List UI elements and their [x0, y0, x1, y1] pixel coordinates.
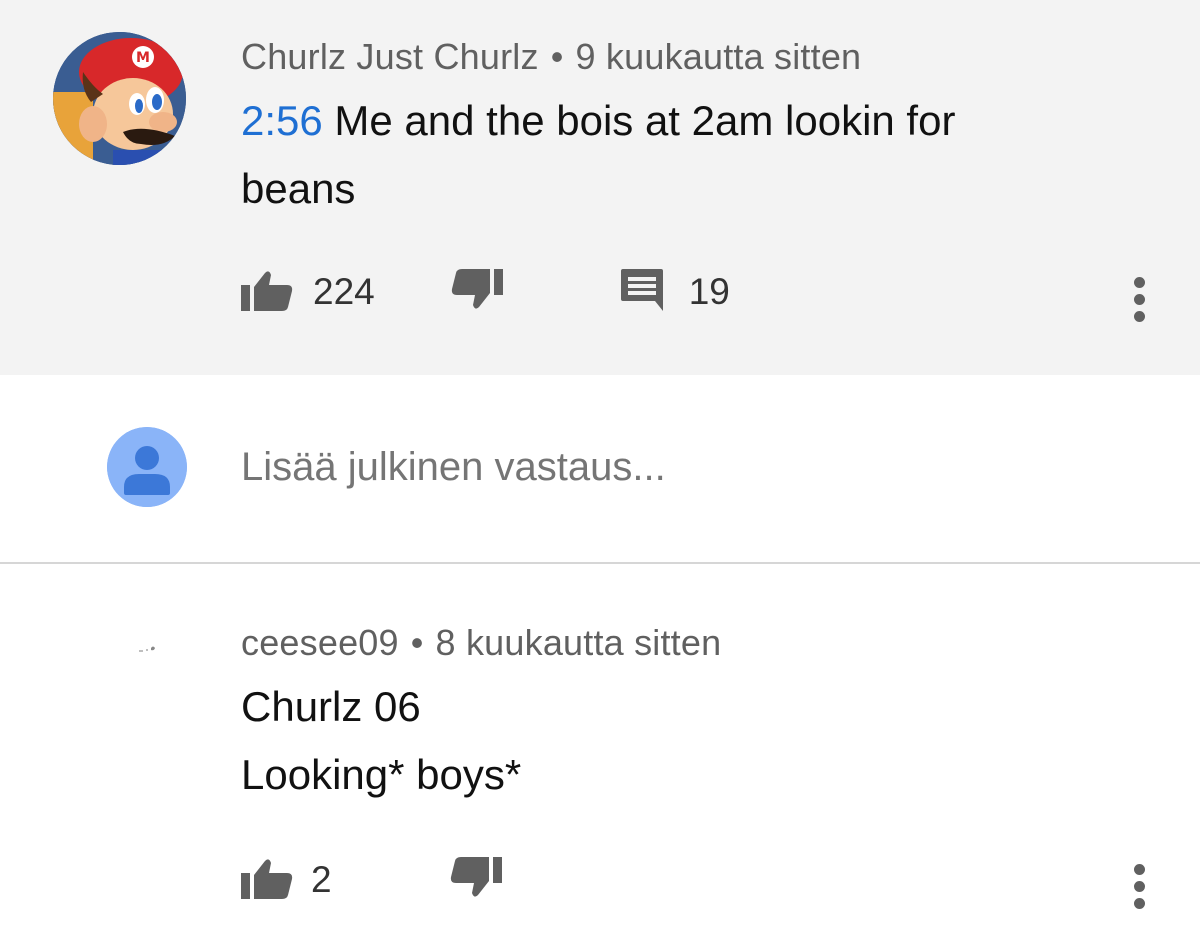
thumbs-up-icon[interactable] [241, 269, 293, 316]
svg-text:M: M [136, 50, 150, 66]
thumbs-down-icon[interactable] [450, 856, 502, 904]
more-options-button[interactable] [1124, 864, 1154, 909]
comment-author[interactable]: Churlz Just Churlz [241, 36, 539, 77]
divider [0, 562, 1200, 564]
user-avatar [107, 427, 187, 507]
more-vert-icon [1133, 864, 1145, 875]
reply-actions: 2 [241, 852, 502, 908]
like-count: 2 [311, 859, 332, 900]
top-comment: M Churlz Just Churlz • 9 kuukautta sitten … [0, 0, 1200, 375]
comment-time[interactable]: 9 kuukautta sitten [576, 36, 862, 77]
more-vert-icon [1133, 277, 1145, 288]
reply-comment-icon[interactable] [619, 267, 665, 318]
comment-text: 2:56 Me and the bois at 2am lookin for [241, 88, 955, 154]
reply-text-line2: Looking* boys* [241, 751, 522, 798]
comment-meta: Churlz Just Churlz • 9 kuukautta sitten [241, 36, 861, 78]
public-reply-input[interactable] [241, 445, 941, 490]
thumbs-up-icon[interactable] [241, 857, 293, 904]
reply-author[interactable]: ceesee09 [241, 622, 399, 663]
reply-text-line1: Churlz 06 [241, 683, 421, 730]
like-count: 224 [313, 271, 375, 312]
add-reply-row [0, 375, 1200, 563]
broken-avatar-icon [139, 646, 155, 652]
more-options-button[interactable] [1124, 277, 1154, 322]
reply-meta: ceesee09 • 8 kuukautta sitten [241, 622, 721, 664]
comment-text-line1: Me and the bois at 2am lookin for [322, 97, 956, 144]
reply-time[interactable]: 8 kuukautta sitten [436, 622, 722, 663]
comment-text-line2: beans [241, 165, 356, 212]
thumbs-down-icon[interactable] [451, 268, 503, 316]
mario-avatar-icon: M [53, 32, 186, 165]
video-timestamp-link[interactable]: 2:56 [241, 97, 323, 144]
meta-separator: • [410, 622, 424, 663]
user-icon [107, 427, 187, 507]
meta-separator: • [550, 36, 564, 77]
avatar[interactable]: M [53, 32, 186, 165]
reply-count: 19 [688, 271, 730, 312]
comment-actions: 224 19 [241, 264, 730, 320]
avatar[interactable] [137, 642, 159, 656]
